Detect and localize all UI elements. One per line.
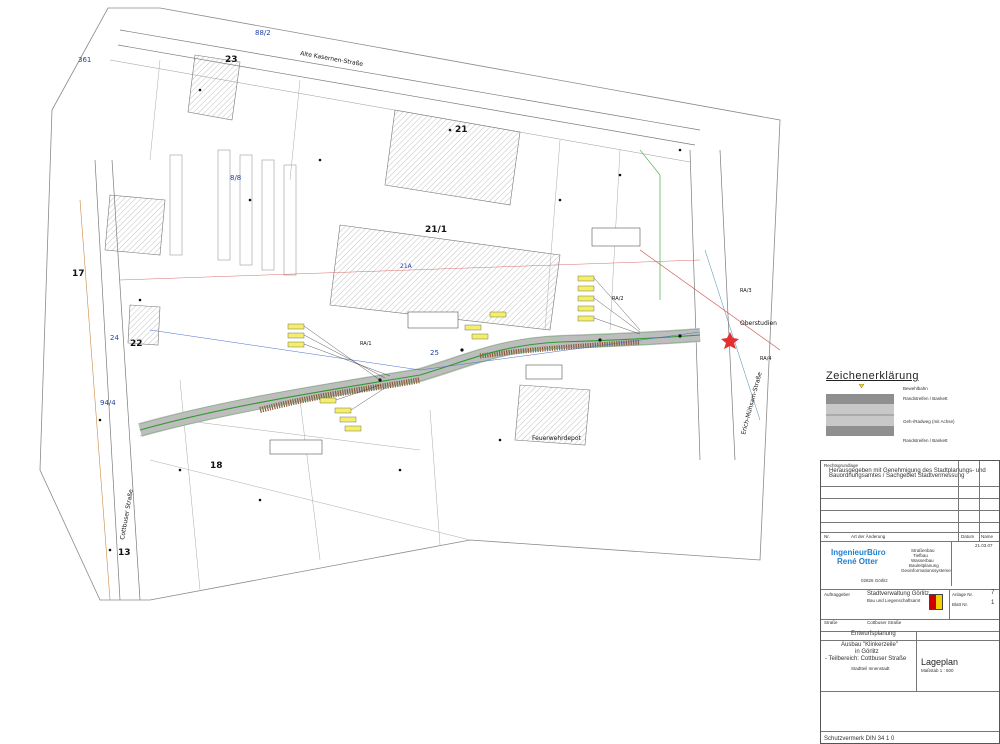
- legend-label: Bewehlbahn: [903, 386, 928, 391]
- tb-approval: Herausgegeben mit Genehmigung des Stadtp…: [829, 468, 986, 479]
- legend-swatch-bankett: [826, 426, 894, 436]
- legend-label: Randstreifen / Bankett: [903, 396, 948, 401]
- house-number: 22: [130, 339, 143, 349]
- tb-blatt-value: 1: [991, 600, 995, 606]
- tb-drawing-title: Lageplan: [921, 657, 959, 667]
- firm-address: 02826 Görlitz: [861, 578, 888, 583]
- tb-client: Stadtverwaltung Görlitz: [867, 591, 930, 597]
- legend-swatches: [826, 384, 894, 436]
- tb-project: Ausbau "Klinkerzeile": [841, 642, 898, 648]
- parcel-number: 94/4: [100, 399, 116, 407]
- tb-street-label: Straße: [824, 620, 838, 625]
- station-label: RA/3: [740, 288, 752, 294]
- tb-client-dept: Bau und Liegenschaftsamt: [867, 598, 921, 603]
- station-label: RA/4: [760, 356, 772, 362]
- legend-swatch-bankett: [826, 394, 894, 404]
- house-number: 18: [210, 461, 223, 471]
- house-number: 21: [455, 125, 468, 135]
- tb-project: in Görlitz: [855, 649, 879, 655]
- parcel-number: 24: [110, 334, 119, 342]
- parcel-number: 88/2: [255, 29, 271, 37]
- house-number: 13: [118, 548, 131, 558]
- tb-blatt-label: Blatt Nr.: [952, 602, 969, 607]
- parcel-number: 8/8: [230, 174, 241, 182]
- house-number: 17: [72, 269, 85, 279]
- house-number: 21/1: [425, 225, 447, 235]
- tb-project: Stadtteil Innenstadt: [851, 666, 890, 671]
- tb-rev-col: Datum: [961, 534, 975, 539]
- tb-rev-col: Name: [981, 534, 994, 539]
- legend-title: Zeichenerklärung: [826, 370, 919, 382]
- tb-stage: Entwurfsplanung: [851, 631, 896, 637]
- parcel-number: 21A: [400, 263, 413, 270]
- tb-sheet-label: Anlage Nr.: [952, 592, 974, 597]
- tb-footer: Schutzvermerk DIN 34 1 0: [824, 736, 895, 742]
- parcel-number: 361: [78, 56, 91, 64]
- tb-scale: Maßstab 1 : 500: [921, 668, 954, 673]
- city-crest-icon: [929, 594, 943, 610]
- building: [104, 194, 166, 256]
- tb-sheet-value: 7: [991, 590, 995, 596]
- tb-street-value: Cottbuser Straße: [867, 620, 902, 625]
- tb-rev-col: Art der Änderung: [851, 534, 886, 539]
- legend-label: Randstreifen / Bankett: [903, 438, 948, 443]
- firm-service: Geoinformationssysteme: [901, 568, 951, 573]
- house-number: 23: [225, 55, 238, 65]
- station-label: RA/1: [360, 341, 372, 347]
- building-label: Feuerwehrdepot: [532, 435, 582, 442]
- legend-bewehl-icon: [858, 384, 865, 389]
- firm-name: René Otter: [837, 557, 878, 566]
- parcel-number: 25: [430, 349, 439, 357]
- title-block: Rechtsgrundlage Herausgegeben mit Genehm…: [820, 460, 1000, 744]
- firm-name: IngenieurBüro: [831, 548, 886, 557]
- building-label: Oberstudien: [740, 320, 777, 327]
- station-label: RA/2: [612, 296, 624, 302]
- legend-label: Geh-/Radweg (mit Achse): [903, 419, 955, 424]
- tb-date: 21.03.07: [975, 543, 993, 548]
- tb-client-label: Auftraggeber: [824, 592, 851, 597]
- tb-rev-col: Nr.: [824, 534, 830, 539]
- tb-project: - Teilbereich: Cottbuser Straße: [825, 656, 907, 662]
